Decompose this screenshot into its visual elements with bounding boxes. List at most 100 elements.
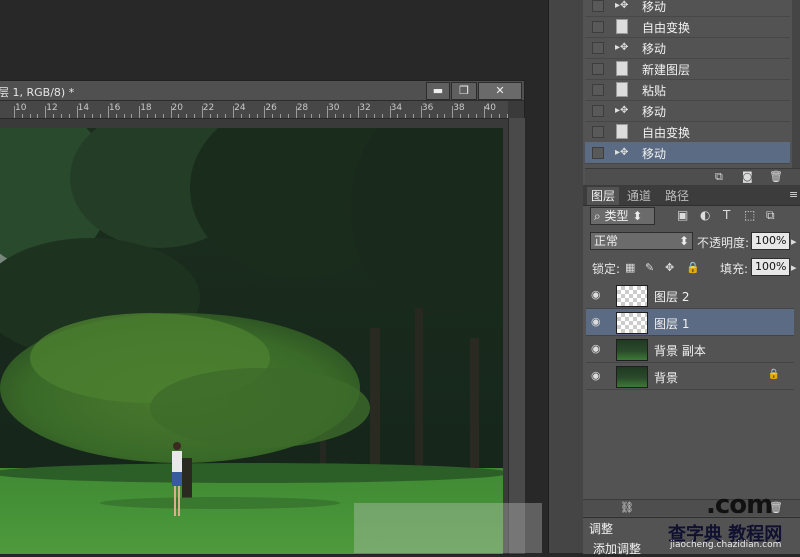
opacity-input[interactable]: 100% bbox=[751, 232, 790, 250]
ruler-tick bbox=[240, 114, 242, 118]
history-snapshot-checkbox[interactable] bbox=[592, 105, 604, 117]
minimize-button[interactable]: ▬ bbox=[426, 82, 450, 100]
filter-kind-select[interactable]: ⌕ 类型 ⬍ bbox=[590, 207, 655, 225]
ruler-tick bbox=[92, 114, 94, 118]
layer-row[interactable]: ◉ 背景 🔒 bbox=[586, 363, 794, 390]
layer-row[interactable]: ◉ 图层 1 bbox=[586, 309, 794, 336]
lock-all-icon[interactable]: 🔒 bbox=[686, 262, 700, 274]
type-filter-icon[interactable]: T bbox=[723, 208, 730, 222]
fill-label: 填充: bbox=[720, 262, 749, 276]
ruler-tick bbox=[209, 114, 211, 118]
layer-thumbnail[interactable] bbox=[616, 366, 648, 388]
move-arrow-icon: ▸✥ bbox=[615, 105, 629, 116]
ruler-tick bbox=[84, 114, 86, 118]
ruler-tick bbox=[397, 114, 399, 118]
history-item[interactable]: ▸✥ 移动 bbox=[585, 100, 790, 122]
document-titlebar[interactable]: 层 1, RGB/8) * ▬ ❐ ✕ bbox=[0, 81, 524, 101]
tab-layers[interactable]: 图层 bbox=[587, 187, 620, 205]
history-snapshot-checkbox[interactable] bbox=[592, 84, 604, 96]
tab-adjustments[interactable]: 调整 bbox=[589, 520, 613, 537]
vertical-scrollbar[interactable] bbox=[508, 118, 525, 554]
ruler-tick bbox=[123, 114, 125, 118]
layer-thumbnail[interactable] bbox=[616, 339, 648, 361]
lock-transparent-icon[interactable]: ▦ bbox=[625, 262, 635, 274]
ruler-tick bbox=[53, 114, 55, 118]
minimize-icon: ▬ bbox=[432, 84, 444, 97]
ruler-tick bbox=[60, 114, 62, 118]
ruler-tick bbox=[483, 106, 485, 118]
history-item[interactable]: 自由变换 bbox=[585, 16, 790, 38]
panel-menu-icon[interactable]: ≡ bbox=[789, 189, 798, 201]
layer-thumbnail[interactable] bbox=[616, 312, 648, 334]
ruler-tick-label: 14 bbox=[77, 103, 90, 113]
close-button[interactable]: ✕ bbox=[478, 82, 522, 100]
visibility-eye-icon[interactable]: ◉ bbox=[591, 315, 605, 329]
adjustment-filter-icon[interactable]: ◐ bbox=[700, 208, 710, 222]
history-item[interactable]: 自由变换 bbox=[585, 121, 790, 143]
history-item[interactable]: 粘贴 bbox=[585, 79, 790, 101]
history-snapshot-checkbox[interactable] bbox=[592, 63, 604, 75]
layer-name[interactable]: 图层 1 bbox=[654, 315, 689, 332]
ruler-tick bbox=[280, 114, 281, 118]
link-layers-icon[interactable]: ⛓ bbox=[620, 502, 634, 514]
visibility-eye-icon[interactable]: ◉ bbox=[591, 342, 605, 356]
history-snapshot-checkbox[interactable] bbox=[592, 0, 604, 12]
ruler-tick bbox=[311, 114, 313, 118]
ruler-tick bbox=[327, 106, 328, 118]
history-item-label: 移动 bbox=[642, 0, 667, 14]
move-arrow-icon: ▸✥ bbox=[615, 0, 629, 11]
ruler-tick bbox=[420, 106, 422, 118]
blend-mode-select[interactable]: 正常 ⬍ bbox=[590, 232, 693, 250]
history-toolbar: ⧉ ◙ 🗑 bbox=[585, 168, 800, 185]
history-snapshot-checkbox[interactable] bbox=[592, 126, 604, 138]
ruler-tick-label: 34 bbox=[390, 103, 403, 113]
visibility-eye-icon[interactable]: ◉ bbox=[591, 369, 605, 383]
canvas-image[interactable] bbox=[0, 128, 503, 554]
fill-arrow-icon[interactable]: ▸ bbox=[791, 262, 797, 274]
history-item[interactable]: 新建图层 bbox=[585, 58, 790, 80]
ruler-tick bbox=[256, 114, 258, 118]
panel-dock-column bbox=[548, 0, 584, 553]
history-snapshot-checkbox[interactable] bbox=[592, 147, 604, 159]
ruler-tick bbox=[334, 114, 336, 118]
layer-name[interactable]: 背景 bbox=[654, 369, 678, 386]
ruler-tick bbox=[444, 114, 446, 118]
shape-filter-icon[interactable]: ⬚ bbox=[744, 208, 755, 222]
visibility-eye-icon[interactable]: ◉ bbox=[591, 288, 605, 302]
ruler-tick bbox=[475, 114, 477, 118]
layer-thumbnail[interactable] bbox=[616, 285, 648, 307]
ruler-tick bbox=[350, 114, 352, 118]
ruler-tick bbox=[147, 114, 148, 118]
layer-row[interactable]: ◉ 背景 副本 bbox=[586, 336, 794, 363]
history-item[interactable]: ▸✥ 移动 bbox=[585, 142, 790, 164]
document-icon bbox=[616, 82, 628, 97]
snapshot-camera-icon[interactable]: ◙ bbox=[742, 171, 753, 183]
layer-name[interactable]: 背景 副本 bbox=[654, 342, 706, 359]
history-snapshot-checkbox[interactable] bbox=[592, 42, 604, 54]
lock-image-brush-icon[interactable]: ✎ bbox=[645, 262, 654, 274]
fill-input[interactable]: 100% bbox=[751, 258, 790, 276]
move-arrow-icon: ▸✥ bbox=[615, 42, 629, 53]
layer-row[interactable]: ◉ 图层 2 bbox=[586, 282, 794, 309]
right-panel: ▸✥ 移动 自由变换 ▸✥ 移动 新建图层 粘贴 ▸✥ 移动 自由变换 ▸✥ 移动 ⧉ ◙ 🗑 图层 … bbox=[583, 0, 800, 556]
pixel-filter-icon[interactable]: ▣ bbox=[677, 208, 688, 222]
ruler-tick bbox=[413, 114, 414, 118]
history-scrollbar[interactable] bbox=[792, 0, 800, 168]
opacity-label: 不透明度: bbox=[697, 236, 750, 250]
maximize-button[interactable]: ❐ bbox=[451, 82, 477, 100]
ruler-tick bbox=[436, 114, 438, 118]
smart-object-filter-icon[interactable]: ⧉ bbox=[766, 208, 775, 223]
history-item[interactable]: ▸✥ 移动 bbox=[585, 0, 790, 17]
layer-name[interactable]: 图层 2 bbox=[654, 288, 689, 305]
tab-channels[interactable]: 通道 bbox=[627, 187, 651, 204]
ruler-tick-label: 38 bbox=[453, 103, 465, 113]
opacity-arrow-icon[interactable]: ▸ bbox=[791, 236, 797, 248]
trash-icon[interactable]: 🗑 bbox=[769, 171, 783, 183]
watermark-domain: .com bbox=[706, 490, 773, 520]
new-document-from-state-icon[interactable]: ⧉ bbox=[715, 171, 723, 183]
filter-kind-value: 类型 bbox=[604, 209, 629, 223]
tab-paths[interactable]: 路径 bbox=[665, 187, 689, 204]
lock-position-icon[interactable]: ✥ bbox=[665, 262, 674, 274]
history-item[interactable]: ▸✥ 移动 bbox=[585, 37, 790, 59]
history-snapshot-checkbox[interactable] bbox=[592, 21, 604, 33]
